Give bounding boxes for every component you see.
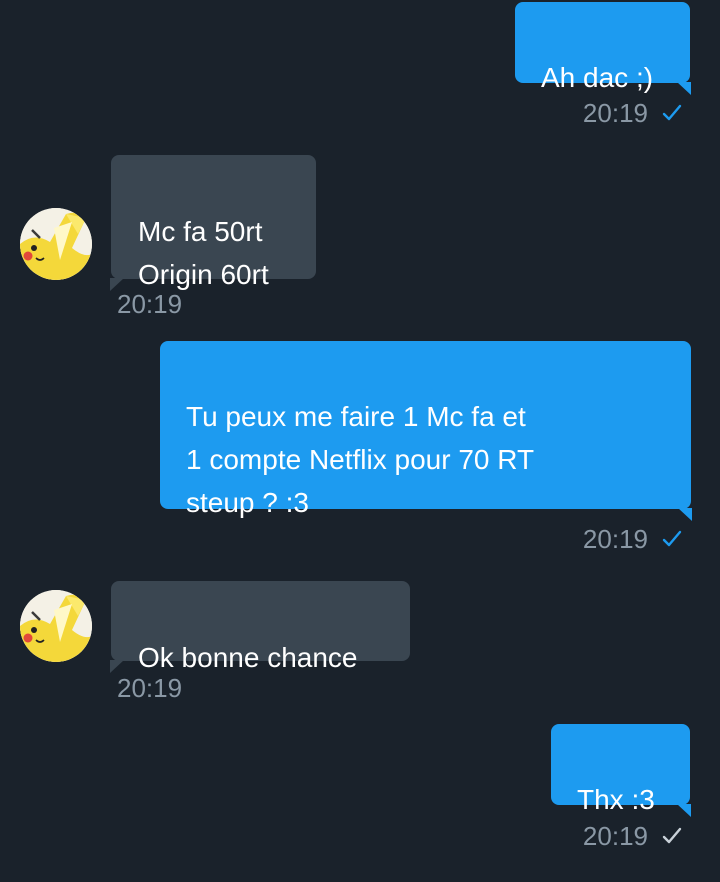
message-timestamp: 20:19: [117, 673, 183, 703]
message-meta: 20:19: [117, 289, 182, 319]
message-timestamp: 20:19: [582, 98, 648, 128]
checkmark-icon: [662, 104, 682, 121]
incoming-message-bubble[interactable]: Ok bonne chance: [110, 581, 410, 673]
contact-avatar[interactable]: [20, 208, 92, 280]
message-text: Thx :3: [577, 784, 655, 815]
pikachu-avatar-icon: [20, 208, 92, 280]
message-meta: 20:19: [583, 524, 682, 554]
message-text: Tu peux me faire 1 Mc fa et 1 compte Net…: [186, 401, 535, 518]
conversation-thread: Ah dac ;) 20:19 Mc fa 50rt Origin 60rt 2…: [0, 0, 720, 882]
message-text: Ok bonne chance: [138, 642, 358, 673]
message-timestamp: 20:19: [117, 289, 183, 319]
message-meta: 20:19: [583, 821, 682, 851]
outgoing-message-bubble[interactable]: Tu peux me faire 1 Mc fa et 1 compte Net…: [160, 341, 692, 521]
message-text: Mc fa 50rt Origin 60rt: [138, 216, 269, 290]
message-meta: 20:19: [583, 98, 682, 128]
message-timestamp: 20:19: [582, 821, 648, 851]
outgoing-message-bubble[interactable]: Thx :3: [551, 724, 691, 817]
contact-avatar[interactable]: [20, 590, 92, 662]
incoming-message-bubble[interactable]: Mc fa 50rt Origin 60rt: [110, 155, 316, 291]
outgoing-message-bubble[interactable]: Ah dac ;): [515, 2, 691, 95]
message-text: Ah dac ;): [541, 62, 654, 93]
message-meta: 20:19: [117, 673, 182, 703]
pikachu-avatar-icon: [20, 590, 92, 662]
checkmark-icon: [662, 530, 682, 547]
message-timestamp: 20:19: [582, 524, 648, 554]
checkmark-icon: [662, 827, 682, 844]
